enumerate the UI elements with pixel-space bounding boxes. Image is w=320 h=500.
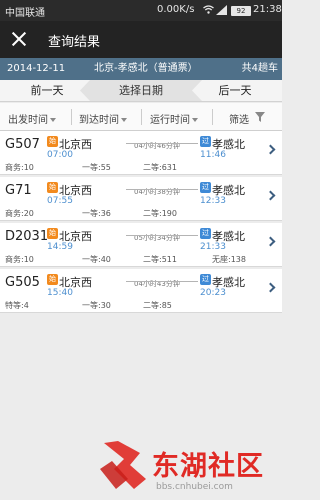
caret-down-icon bbox=[121, 118, 127, 122]
status-bar: 中国联通 0.00K/s 92 21:38 bbox=[0, 0, 282, 21]
seat-business: 商务:20 bbox=[5, 209, 34, 218]
seat-first-class: 一等:55 bbox=[82, 163, 111, 172]
route-line bbox=[126, 143, 198, 144]
chevron-right-icon[interactable] bbox=[265, 282, 276, 293]
wifi-icon bbox=[203, 5, 214, 14]
divider bbox=[212, 109, 213, 125]
departure-time: 14:59 bbox=[47, 242, 73, 252]
passing-station-badge: 过 bbox=[200, 182, 211, 193]
seat-standing: 无座:138 bbox=[212, 255, 246, 264]
carrier-name: 中国联通 bbox=[5, 8, 45, 19]
train-number: G507 bbox=[5, 137, 40, 152]
battery-icon: 92 bbox=[231, 6, 251, 16]
seat-second-class: 二等:631 bbox=[143, 163, 177, 172]
seat-business: 商务:10 bbox=[5, 255, 34, 264]
seat-first-class: 一等:40 bbox=[82, 255, 111, 264]
page-title: 查询结果 bbox=[48, 35, 101, 50]
arrival-time: 21:33 bbox=[200, 242, 226, 252]
seat-second-class: 二等:511 bbox=[143, 255, 177, 264]
sort-duration-label: 运行时间 bbox=[150, 115, 190, 126]
title-bar: 查询结果 bbox=[0, 21, 282, 58]
sort-by-arrival[interactable]: 到达时间 bbox=[79, 111, 127, 126]
sort-departure-label: 出发时间 bbox=[8, 115, 48, 126]
origin-station-badge: 始 bbox=[47, 228, 58, 239]
train-row[interactable]: G505 始 北京西 15:40 04小时43分钟 过 孝感北 20:23 特等… bbox=[0, 269, 282, 313]
train-number: G71 bbox=[5, 183, 32, 198]
route-label: 北京-孝感北（普通票） bbox=[94, 63, 198, 74]
passing-station-badge: 过 bbox=[200, 228, 211, 239]
caret-down-icon bbox=[192, 118, 198, 122]
origin-station-badge: 始 bbox=[47, 274, 58, 285]
passing-station-badge: 过 bbox=[200, 274, 211, 285]
train-number: D2031 bbox=[5, 229, 49, 244]
route-line bbox=[126, 235, 198, 236]
next-day-button[interactable]: 后一天 bbox=[188, 80, 282, 101]
brand-url: bbs.cnhubei.com bbox=[156, 482, 233, 492]
train-number: G505 bbox=[5, 275, 40, 290]
train-row[interactable]: D2031 始 北京西 14:59 05小时34分钟 过 孝感北 21:33 商… bbox=[0, 223, 282, 267]
passing-station-badge: 过 bbox=[200, 136, 211, 147]
chevron-right-icon[interactable] bbox=[265, 144, 276, 155]
route-line bbox=[126, 281, 198, 282]
train-count: 共4趟车 bbox=[241, 63, 278, 74]
seat-first-class: 一等:36 bbox=[82, 209, 111, 218]
brand-logo-icon bbox=[100, 441, 146, 489]
seat-second-class: 二等:190 bbox=[143, 209, 177, 218]
route-line bbox=[126, 189, 198, 190]
chevron-right-icon[interactable] bbox=[265, 190, 276, 201]
filter-button[interactable]: 筛选 bbox=[229, 111, 249, 126]
travel-date: 2014-12-11 bbox=[7, 63, 66, 74]
day-navigation: 前一天 后一天 选择日期 bbox=[0, 80, 282, 102]
brand-name: 东湖社区 bbox=[152, 451, 264, 482]
close-icon[interactable] bbox=[10, 30, 28, 48]
seat-second-class: 二等:85 bbox=[143, 301, 172, 310]
seat-business: 商务:10 bbox=[5, 163, 34, 172]
origin-station-badge: 始 bbox=[47, 136, 58, 147]
seat-special-class: 特等:4 bbox=[5, 301, 29, 310]
chevron-right-icon[interactable] bbox=[265, 236, 276, 247]
departure-time: 07:55 bbox=[47, 196, 73, 206]
sort-bar: 出发时间 到达时间 运行时间 筛选 bbox=[0, 103, 282, 131]
train-row[interactable]: G507 始 北京西 07:00 04小时46分钟 过 孝感北 11:46 商务… bbox=[0, 131, 282, 175]
arrival-time: 12:33 bbox=[200, 196, 226, 206]
divider bbox=[141, 109, 142, 125]
net-speed: 0.00K/s bbox=[157, 4, 195, 15]
sort-by-duration[interactable]: 运行时间 bbox=[150, 111, 198, 126]
clock: 21:38 bbox=[253, 4, 282, 15]
train-row[interactable]: G71 始 北京西 07:55 04小时38分钟 过 孝感北 12:33 商务:… bbox=[0, 177, 282, 221]
route-info-bar: 2014-12-11 北京-孝感北（普通票） 共4趟车 bbox=[0, 58, 282, 80]
sort-by-departure[interactable]: 出发时间 bbox=[8, 111, 56, 126]
divider bbox=[71, 109, 72, 125]
watermark: 东湖社区 bbs.cnhubei.com bbox=[100, 435, 282, 500]
departure-time: 07:00 bbox=[47, 150, 73, 160]
seat-first-class: 一等:30 bbox=[82, 301, 111, 310]
departure-time: 15:40 bbox=[47, 288, 73, 298]
signal-icon bbox=[216, 5, 227, 15]
pick-date-button[interactable]: 选择日期 bbox=[80, 80, 202, 101]
arrival-time: 20:23 bbox=[200, 288, 226, 298]
caret-down-icon bbox=[50, 118, 56, 122]
previous-day-button[interactable]: 前一天 bbox=[0, 80, 94, 101]
origin-station-badge: 始 bbox=[47, 182, 58, 193]
arrival-time: 11:46 bbox=[200, 150, 226, 160]
filter-icon[interactable] bbox=[255, 112, 265, 122]
sort-arrival-label: 到达时间 bbox=[79, 115, 119, 126]
filter-label: 筛选 bbox=[229, 115, 249, 126]
